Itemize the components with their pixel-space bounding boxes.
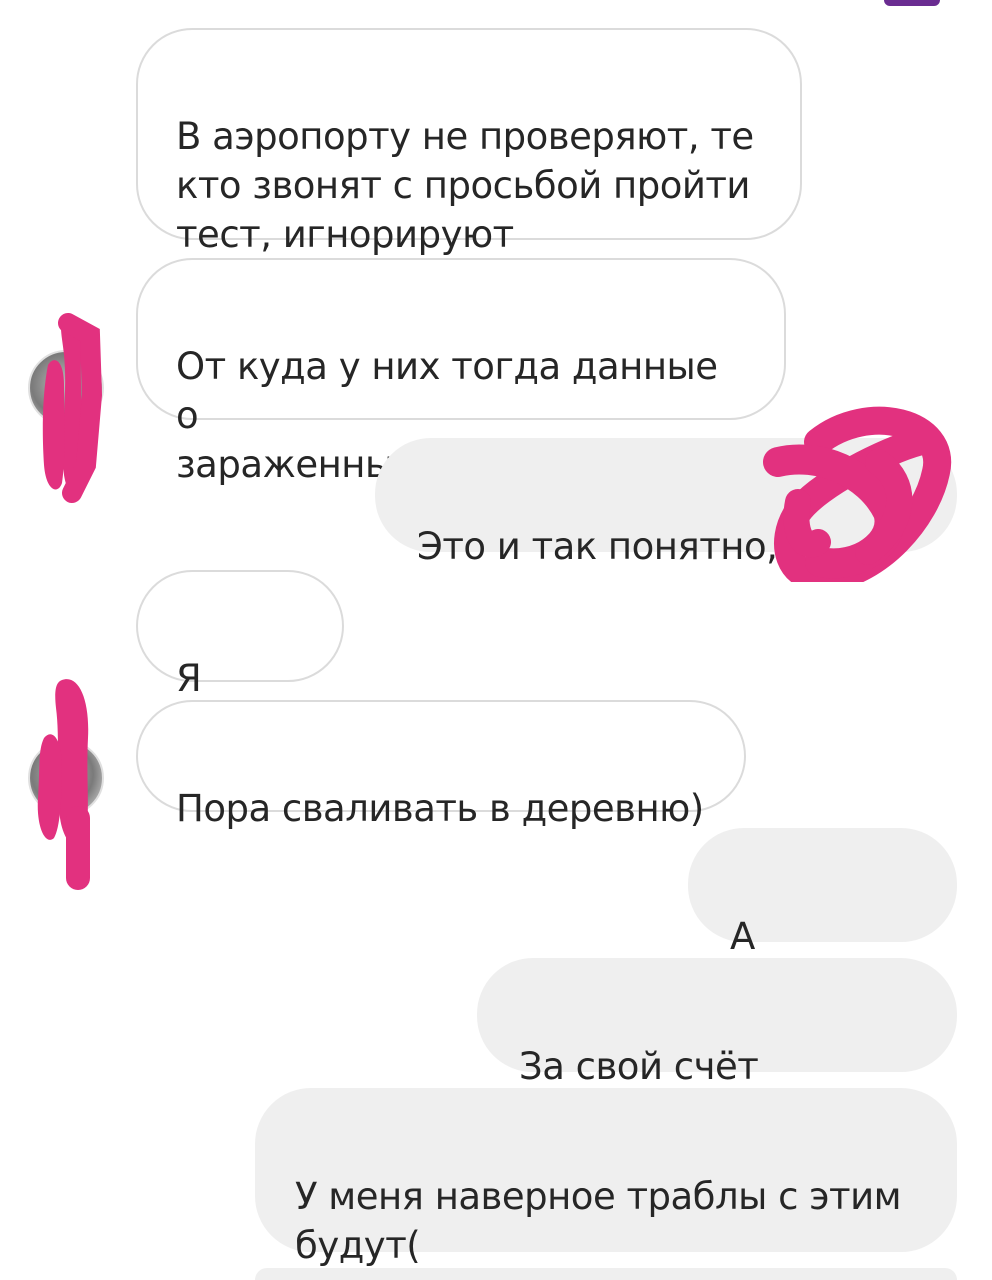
message-bubble-outgoing[interactable]: За свой счёт писать?: [477, 958, 957, 1137]
message-bubble-outgoing[interactable]: У меня наверное траблы с этим будут(: [255, 1088, 957, 1267]
redaction-scribble: [42, 313, 103, 503]
message-bubble-incoming[interactable]: Пора сваливать в деревню): [136, 700, 746, 830]
message-text: Пора сваливать в деревню): [176, 787, 704, 830]
top-icon[interactable]: [884, 0, 940, 6]
message-bubble-outgoing[interactable]: А работа?: [688, 828, 957, 1007]
message-text: У меня наверное траблы с этим будут(: [295, 1175, 902, 1267]
message-bubble-incoming[interactable]: От куда у них тогда данные о зараженных: [136, 258, 786, 486]
redaction-scribble: [37, 679, 90, 890]
message-bubble-outgoing-partial[interactable]: [255, 1268, 957, 1280]
message-text: В аэропорту не проверяют, те кто звонят …: [176, 115, 754, 256]
message-bubble-incoming[interactable]: Я знаю: [136, 570, 344, 749]
message-bubble-incoming[interactable]: В аэропорту не проверяют, те кто звонят …: [136, 28, 802, 256]
message-text: Это и так понятно,: [417, 525, 778, 568]
redaction-scribble: [763, 406, 952, 582]
